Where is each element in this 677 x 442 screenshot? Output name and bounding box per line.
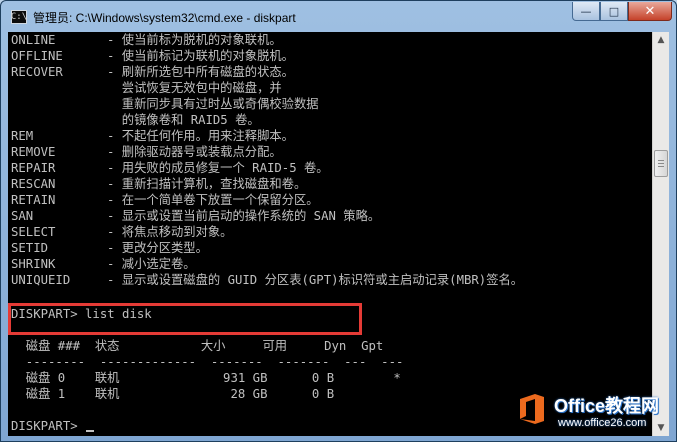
minimize-icon: — [580,4,592,18]
help-command: ONLINE [11,33,56,47]
grip-line [658,166,664,167]
watermark: Office教程网 www.office26.com [508,386,674,438]
console-output[interactable]: ONLINE - 使当前标为脱机的对象联机。 OFFLINE - 使当前标记为联机的… [8,32,652,436]
window-title: 管理员: C:\Windows\system32\cmd.exe - diskp… [33,10,296,25]
disk-table-header: 磁盘 ### 状态 大小 可用 Dyn Gpt [11,339,384,353]
help-command: RECOVER [11,65,63,79]
maximize-button[interactable]: □ [600,2,628,21]
help-description: - 在一个简单卷下放置一个保留分区。 [107,193,319,207]
scroll-thumb[interactable] [654,150,668,177]
help-description: - 删除驱动器号或装载点分配。 [107,145,282,159]
help-description: - 显示或设置当前启动的操作系统的 SAN 策略。 [107,209,381,223]
office-logo-icon [520,394,544,424]
help-description: - 重新扫描计算机，查找磁盘和卷。 [107,177,307,191]
help-command: SETID [11,241,49,255]
help-description: 的镜像卷和 RAID5 卷。 [107,113,260,127]
help-description: - 用失败的成员修复一个 RAID-5 卷。 [107,161,329,175]
cmd-window: C:\ 管理员: C:\Windows\system32\cmd.exe - d… [0,0,677,442]
help-command: REPAIR [11,161,56,175]
help-command: RETAIN [11,193,56,207]
prompt-line: DISKPART> [11,418,95,434]
grip-line [658,160,664,161]
highlight-box [8,303,362,335]
help-command: REMOVE [11,145,56,159]
prompt-text: DISKPART> [11,419,86,433]
help-description: - 减小选定卷。 [107,257,196,271]
vertical-scrollbar[interactable]: ▲ ▼ [652,32,669,436]
window-controls: — □ ✕ [572,2,672,21]
disk-table-row: 磁盘 0 联机 931 GB 0 B * [11,371,401,385]
help-description: - 使当前标为脱机的对象联机。 [107,33,282,47]
disk-table-row: 磁盘 1 联机 28 GB 0 B [11,387,335,401]
help-description: - 不起任何作用。用来注释脚本。 [107,129,294,143]
help-command: RESCAN [11,177,56,191]
help-command: UNIQUEID [11,273,71,287]
close-button[interactable]: ✕ [628,2,672,21]
help-command: OFFLINE [11,49,63,63]
watermark-url: www.office26.com [558,417,647,429]
scroll-up-button[interactable]: ▲ [653,32,669,48]
text-cursor [86,430,95,432]
help-command: SHRINK [11,257,56,271]
watermark-title: Office教程网 [554,396,660,416]
help-description: - 将焦点移动到对象。 [107,225,233,239]
help-description: 尝试恢复无效包中的磁盘，并 [107,81,282,95]
help-description: - 显示或设置磁盘的 GUID 分区表(GPT)标识符或主启动记录(MBR)签名… [107,273,524,287]
cmd-icon[interactable]: C:\ [11,10,27,24]
disk-table-separator: -------- ------------- ------- ------- -… [11,355,404,369]
help-description: - 刷新所选包中所有磁盘的状态。 [107,65,294,79]
help-command: SELECT [11,225,56,239]
minimize-button[interactable]: — [572,2,600,21]
help-description: - 更改分区类型。 [107,241,208,255]
cmd-icon-glyph: C:\ [10,12,28,22]
help-command: REM [11,129,34,143]
help-description: - 使当前标记为联机的对象脱机。 [107,49,294,63]
maximize-icon: □ [608,4,620,18]
help-command: SAN [11,209,34,223]
arrow-up-icon: ▲ [657,35,665,45]
help-description: 重新同步具有过时丛或奇偶校验数据 [107,97,319,111]
grip-line [658,163,664,164]
close-icon: ✕ [644,3,656,19]
title-bar[interactable]: C:\ 管理员: C:\Windows\system32\cmd.exe - d… [1,1,676,33]
